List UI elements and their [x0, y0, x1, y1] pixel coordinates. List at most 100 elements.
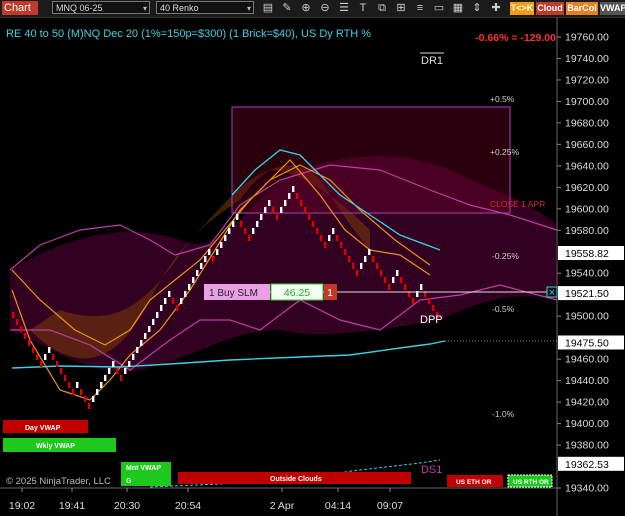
renko-brick-up — [260, 214, 263, 220]
renko-brick-down — [72, 389, 75, 395]
renko-brick-up — [92, 396, 95, 402]
pct-minus-05: -0.5% — [492, 304, 515, 314]
renko-brick-down — [64, 375, 67, 381]
renko-brick-up — [168, 291, 171, 297]
renko-brick-up — [48, 347, 51, 353]
renko-brick-up — [156, 312, 159, 318]
tk-toggle-button[interactable]: T<>K — [510, 2, 534, 15]
renko-brick-up — [160, 305, 163, 311]
time-tick-label: 04:14 — [325, 500, 351, 512]
renko-brick-down — [276, 214, 279, 220]
mnt-vwap-label: Mnt VWAP — [126, 465, 161, 472]
renko-brick-down — [172, 298, 175, 304]
scroll-icon[interactable]: ⇕ — [471, 2, 483, 14]
renko-brick-down — [36, 354, 39, 360]
price-tick-label: 19660.00 — [565, 139, 609, 151]
renko-brick-down — [84, 396, 87, 402]
renko-brick-down — [372, 256, 375, 262]
renko-brick-up — [328, 235, 331, 241]
grid-icon[interactable]: ▦ — [452, 2, 464, 14]
price-marker-label: 19475.50 — [565, 337, 609, 349]
price-tick-label: 19760.00 — [565, 32, 609, 44]
renko-brick-up — [108, 368, 111, 374]
properties-icon[interactable]: ☰ — [338, 2, 350, 14]
time-tick-label: 20:54 — [175, 500, 201, 512]
renko-brick-down — [24, 333, 27, 339]
renko-brick-up — [332, 228, 335, 234]
order-price: 46.25 — [284, 287, 310, 299]
zoom-in-icon[interactable]: ⊕ — [300, 2, 312, 14]
renko-brick-up — [264, 207, 267, 213]
renko-brick-down — [336, 235, 339, 241]
renko-brick-up — [392, 277, 395, 283]
zoom-out-icon[interactable]: ⊖ — [319, 2, 331, 14]
chevron-down-icon: ▾ — [246, 4, 251, 13]
price-tick-label: 19720.00 — [565, 74, 609, 86]
renko-brick-down — [324, 242, 327, 248]
chart-title: RE 40 to 50 (M)NQ Dec 20 (1%=150p=$300) … — [6, 28, 371, 40]
renko-brick-down — [16, 319, 19, 325]
price-marker-label: 19362.53 — [565, 459, 609, 471]
renko-brick-down — [68, 382, 71, 388]
renko-brick-up — [200, 263, 203, 269]
renko-brick-down — [316, 228, 319, 234]
text-icon[interactable]: T — [357, 2, 369, 14]
renko-brick-up — [360, 263, 363, 269]
bar-style-icon[interactable]: ▤ — [262, 2, 274, 14]
renko-brick-up — [76, 382, 79, 388]
renko-brick-down — [20, 326, 23, 332]
price-tick-label: 19740.00 — [565, 53, 609, 65]
time-tick-label: 19:41 — [59, 500, 85, 512]
renko-brick-down — [400, 277, 403, 283]
price-tick-label: 19580.00 — [565, 225, 609, 237]
renko-brick-down — [356, 270, 359, 276]
instrument-selector[interactable]: MNQ 06-25 ▾ — [52, 1, 150, 14]
renko-brick-down — [340, 242, 343, 248]
vwap-toggle-button[interactable]: VWAP — [600, 2, 625, 15]
renko-brick-down — [300, 200, 303, 206]
renko-brick-down — [308, 214, 311, 220]
copy-icon[interactable]: ⧉ — [376, 2, 388, 14]
split-icon[interactable]: ⊞ — [395, 2, 407, 14]
renko-brick-up — [284, 200, 287, 206]
barcol-toggle-button[interactable]: BarCol — [566, 2, 598, 15]
renko-brick-up — [368, 249, 371, 255]
renko-brick-up — [232, 221, 235, 227]
close-icon: × — [549, 287, 555, 299]
renko-brick-up — [124, 368, 127, 374]
renko-brick-up — [364, 256, 367, 262]
renko-brick-down — [272, 207, 275, 213]
renko-brick-down — [428, 298, 431, 304]
bar-type-selector[interactable]: 40 Renko ▾ — [156, 1, 254, 14]
price-tick-label: 19460.00 — [565, 354, 609, 366]
renko-brick-down — [248, 235, 251, 241]
pencil-icon[interactable]: ✎ — [281, 2, 293, 14]
outside-clouds-label: Outside Clouds — [270, 476, 322, 483]
price-tick-label: 19400.00 — [565, 418, 609, 430]
renko-brick-up — [44, 354, 47, 360]
plus-icon[interactable]: ✚ — [490, 2, 502, 14]
price-tick-label: 19700.00 — [565, 96, 609, 108]
bar-type-value: 40 Renko — [160, 3, 199, 13]
rectangle-icon[interactable]: ▭ — [433, 2, 445, 14]
renko-brick-down — [352, 263, 355, 269]
window-title: Chart — [2, 1, 38, 15]
cloud-toggle-button[interactable]: Cloud — [536, 2, 564, 15]
renko-brick-down — [56, 361, 59, 367]
renko-brick-up — [252, 228, 255, 234]
range-box-layer — [231, 106, 511, 214]
renko-brick-up — [144, 333, 147, 339]
renko-brick-down — [116, 368, 119, 374]
renko-brick-down — [312, 221, 315, 227]
renko-brick-down — [348, 256, 351, 262]
price-chart[interactable]: 19760.00 19740.00 19720.00 19700.00 19680.00… — [0, 18, 625, 516]
time-axis: 19:02 19:41 20:30 20:54 2 Apr 04:14 09:07 — [9, 488, 403, 512]
renko-brick-up — [104, 375, 107, 381]
pivot-dpp-label: DPP — [420, 314, 443, 326]
list-icon[interactable]: ≡ — [414, 2, 426, 14]
pivot-dr1-label: DR1 — [421, 55, 443, 67]
renko-brick-up — [148, 326, 151, 332]
renko-brick-up — [128, 361, 131, 367]
renko-brick-up — [224, 235, 227, 241]
renko-brick-up — [192, 277, 195, 283]
